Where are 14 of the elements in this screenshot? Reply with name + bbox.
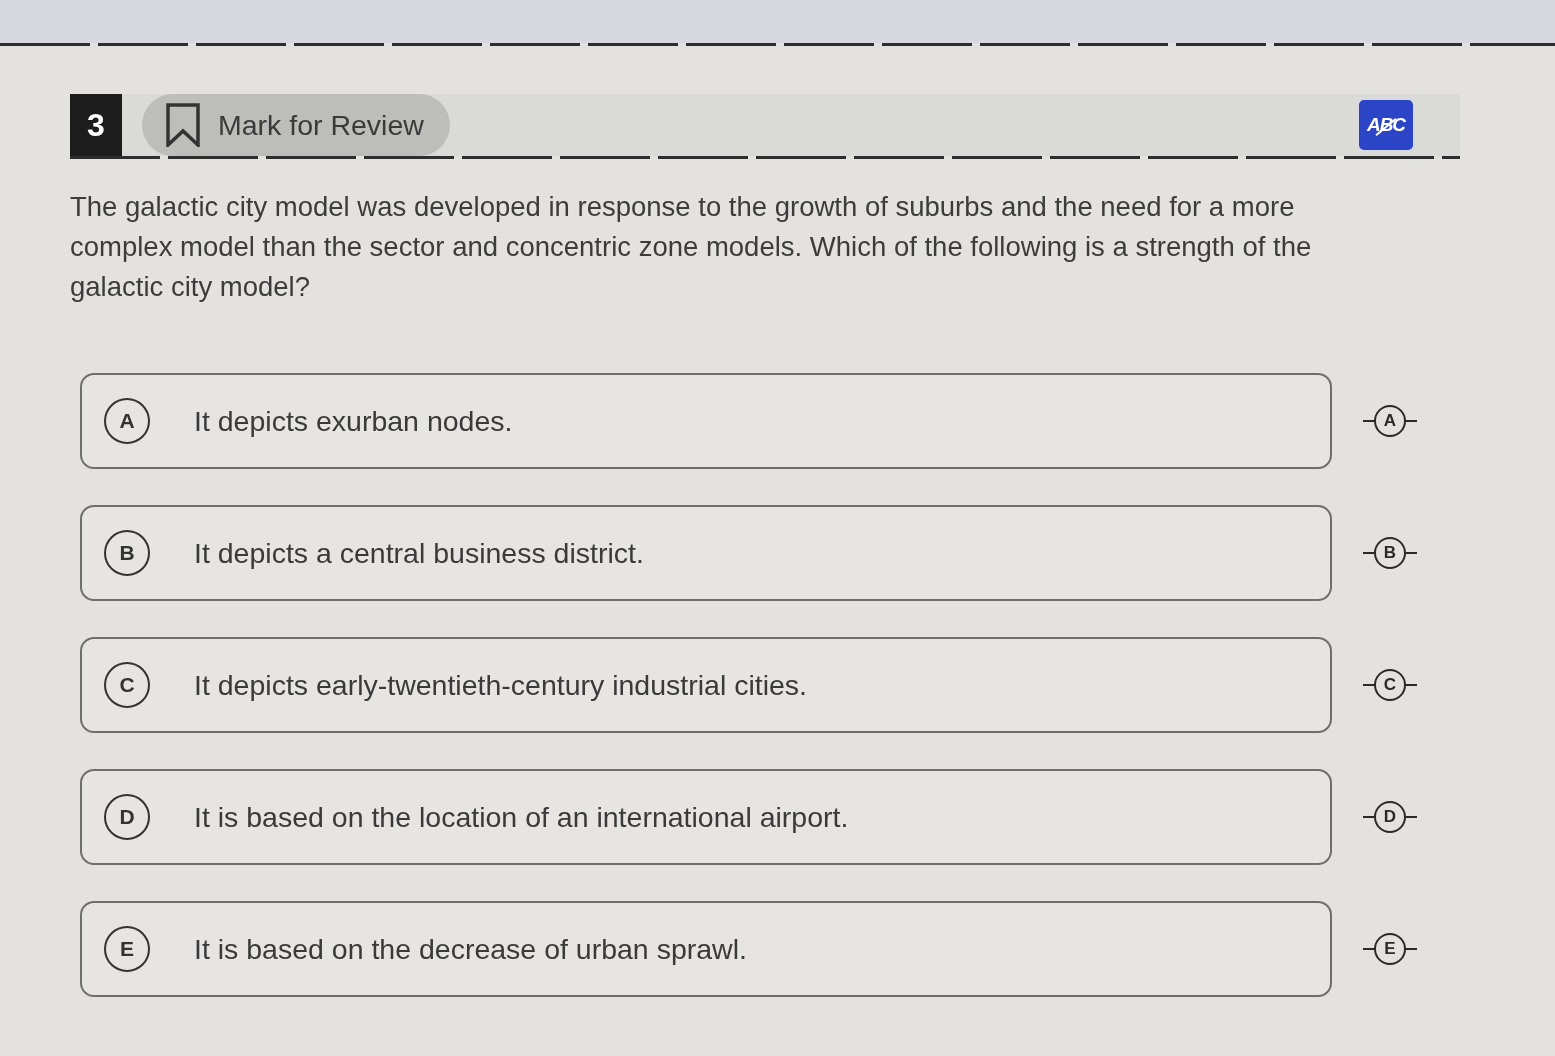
- option-letter: C: [104, 662, 150, 708]
- bookmark-icon: [166, 103, 200, 147]
- option-letter: E: [104, 926, 150, 972]
- answer-choice[interactable]: A It depicts exurban nodes.: [80, 373, 1332, 469]
- answer-choice[interactable]: D It is based on the location of an international airport.: [80, 769, 1332, 865]
- mark-for-review-button[interactable]: Mark for Review: [142, 94, 450, 156]
- question-number: 3: [70, 94, 122, 156]
- answer-choice[interactable]: B It depicts a central business district.: [80, 505, 1332, 601]
- option-letter: B: [104, 530, 150, 576]
- option-letter: D: [104, 794, 150, 840]
- question-text: The galactic city model was developed in response to the growth of suburbs and the need for a more complex model than the sector and concentric zone models. Which of the following is a strength of the galactic city model?: [70, 190, 1313, 304]
- answer-choice[interactable]: E It is based on the decrease of urban sprawl.: [80, 901, 1332, 997]
- answer-choice[interactable]: C It depicts early-twentieth-century industrial cities.: [80, 637, 1332, 733]
- option-letter: A: [104, 398, 150, 444]
